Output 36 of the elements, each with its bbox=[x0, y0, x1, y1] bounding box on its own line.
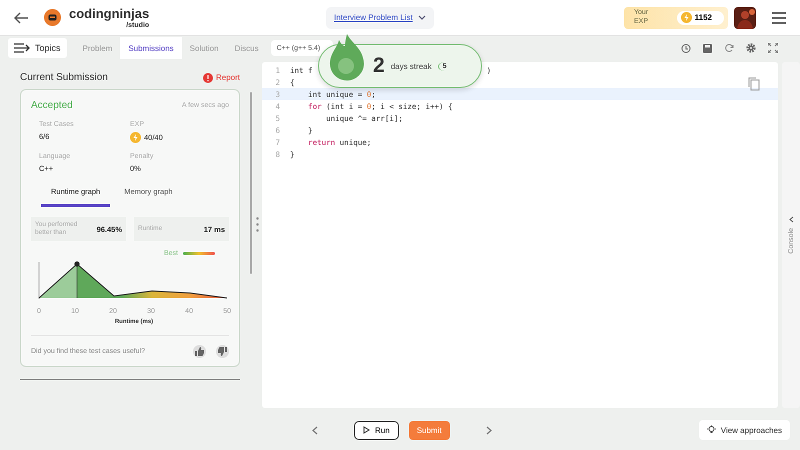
menu-icon[interactable] bbox=[772, 12, 786, 24]
scrollbar[interactable] bbox=[250, 92, 252, 274]
settings-icon[interactable] bbox=[746, 43, 756, 53]
tab[interactable]: Submissions bbox=[120, 37, 182, 59]
save-icon[interactable] bbox=[703, 44, 712, 52]
thumbs-up-button[interactable] bbox=[193, 345, 206, 358]
back-arrow-icon[interactable] bbox=[14, 12, 28, 24]
copy-icon[interactable] bbox=[748, 77, 760, 91]
chevron-left-icon bbox=[788, 216, 794, 224]
chevron-right-icon[interactable] bbox=[486, 426, 492, 434]
view-approaches-button[interactable]: View approaches bbox=[698, 420, 790, 440]
chevron-down-icon bbox=[418, 15, 426, 20]
logo-text: codingninjas bbox=[69, 6, 150, 20]
legend-gradient bbox=[183, 252, 215, 254]
problem-list-dropdown[interactable]: Interview Problem List bbox=[326, 6, 434, 28]
logo-icon bbox=[44, 9, 61, 26]
thumbs-up-icon bbox=[195, 347, 204, 356]
play-icon bbox=[363, 426, 370, 434]
drag-handle-icon[interactable] bbox=[256, 217, 259, 232]
streak-label: days streak bbox=[390, 62, 432, 70]
run-button[interactable]: Run bbox=[354, 420, 399, 440]
refresh-icon[interactable] bbox=[724, 43, 734, 53]
chevron-left-icon[interactable] bbox=[312, 426, 318, 434]
lightbulb-icon bbox=[706, 425, 716, 435]
report-button[interactable]: Report bbox=[202, 72, 240, 82]
thumbs-down-button[interactable] bbox=[216, 345, 229, 358]
topics-button[interactable]: Topics bbox=[8, 38, 67, 58]
lightning-icon bbox=[130, 132, 141, 143]
fullscreen-icon[interactable] bbox=[768, 43, 778, 53]
exp-value: 1152 bbox=[694, 13, 712, 22]
alert-icon bbox=[202, 72, 213, 82]
section-title: Current Submission bbox=[20, 72, 108, 83]
list-arrow-icon bbox=[14, 43, 30, 53]
timer-icon[interactable] bbox=[681, 43, 691, 53]
thumbs-down-icon bbox=[218, 347, 227, 356]
status-text: Accepted bbox=[31, 100, 73, 111]
